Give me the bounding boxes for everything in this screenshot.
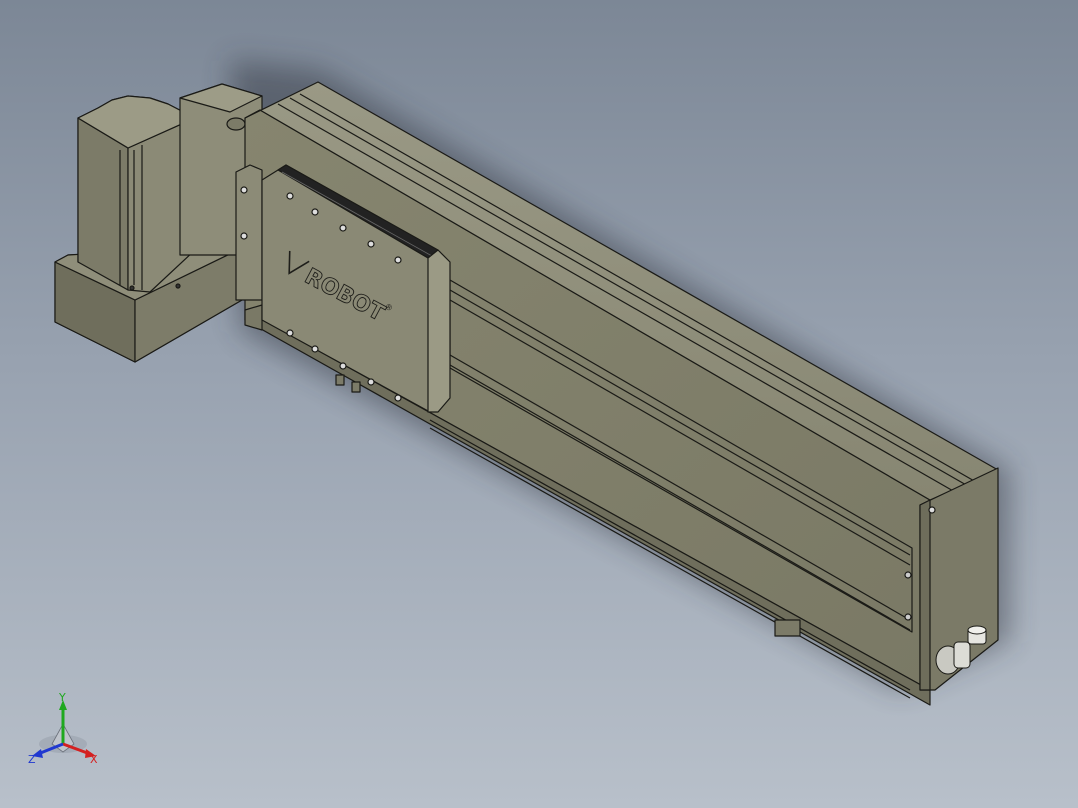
cad-graphics-area[interactable]: ROBOT ® Y X Z	[0, 0, 1078, 808]
view-orientation-triad[interactable]: Y X Z	[22, 692, 112, 772]
z-axis-label: Z	[28, 753, 36, 766]
linear-actuator-model[interactable]: ROBOT ®	[0, 0, 1078, 808]
x-axis-label: X	[90, 753, 98, 766]
y-axis-label: Y	[58, 692, 66, 704]
